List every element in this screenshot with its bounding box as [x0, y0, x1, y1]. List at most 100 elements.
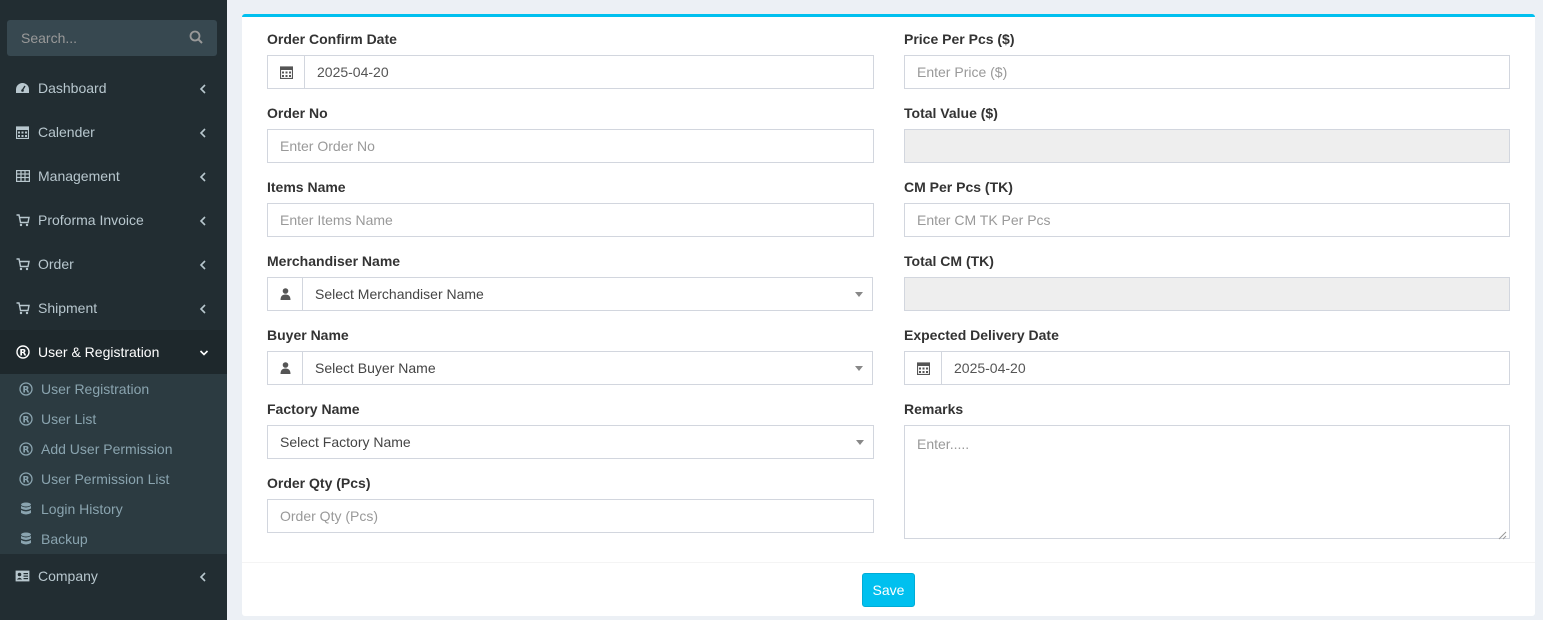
expected-delivery-date-label: Expected Delivery Date [904, 327, 1059, 343]
sidebar-item-user-registration[interactable]: R User & Registration [0, 330, 227, 374]
merchandiser-name-label: Merchandiser Name [267, 253, 401, 269]
table-icon [15, 169, 30, 184]
items-name-label: Items Name [267, 179, 346, 195]
total-value-label: Total Value ($) [904, 105, 998, 121]
submenu-item-backup[interactable]: Backup [0, 524, 227, 554]
factory-name-label: Factory Name [267, 401, 360, 417]
registered-icon: R [18, 412, 33, 427]
expected-delivery-date-input[interactable] [942, 352, 1509, 384]
sidebar-item-company[interactable]: Company [0, 554, 227, 598]
sidebar-item-shipment[interactable]: Shipment [0, 286, 227, 330]
user-icon [268, 352, 303, 384]
sidebar-menu: Dashboard Calender Management Proforma I… [0, 66, 227, 598]
merchandiser-name-group: Merchandiser Name Select Merchandiser Na… [267, 251, 873, 311]
submenu-item-user-permission-list[interactable]: R User Permission List [0, 464, 227, 494]
order-confirm-date-input[interactable] [305, 56, 873, 88]
order-no-control [267, 129, 874, 163]
total-value-group: Total Value ($) [904, 103, 1510, 163]
svg-text:R: R [22, 475, 29, 485]
sidebar-item-dashboard[interactable]: Dashboard [0, 66, 227, 110]
calendar-icon [15, 125, 30, 140]
remarks-control [904, 425, 1510, 540]
search-input[interactable] [7, 20, 182, 56]
buyer-name-group: Buyer Name Select Buyer Name [267, 325, 873, 385]
merchandiser-name-select[interactable]: Select Merchandiser Name [267, 277, 873, 311]
chevron-down-icon [199, 346, 209, 358]
total-value-input [905, 130, 1509, 162]
merchandiser-name-selected: Select Merchandiser Name [315, 286, 484, 302]
search-icon[interactable] [189, 30, 205, 46]
submenu-item-add-user-permission[interactable]: R Add User Permission [0, 434, 227, 464]
resize-handle-icon[interactable] [1498, 527, 1507, 540]
caret-down-icon [855, 366, 863, 371]
order-confirm-date-label: Order Confirm Date [267, 31, 397, 47]
order-qty-input[interactable] [268, 500, 873, 532]
price-per-pcs-input[interactable] [905, 56, 1509, 88]
submenu-item-label: User List [41, 411, 97, 427]
factory-name-group: Factory Name Select Factory Name [267, 399, 874, 459]
submenu-item-label: Backup [41, 531, 88, 547]
cart-icon [15, 301, 30, 316]
total-cm-label: Total CM (TK) [904, 253, 994, 269]
registered-icon: R [18, 472, 33, 487]
submenu-item-login-history[interactable]: Login History [0, 494, 227, 524]
submenu-item-label: Login History [41, 501, 123, 517]
calendar-icon [905, 352, 942, 384]
order-form-box: Order Confirm Date Order No Items Name M… [242, 14, 1535, 616]
save-button[interactable]: Save [862, 573, 915, 607]
order-confirm-date-group: Order Confirm Date [267, 29, 874, 89]
caret-down-icon [855, 292, 863, 297]
chevron-left-icon [199, 82, 209, 94]
price-per-pcs-group: Price Per Pcs ($) [904, 29, 1510, 89]
svg-text:R: R [22, 385, 29, 395]
items-name-group: Items Name [267, 177, 874, 237]
buyer-name-label: Buyer Name [267, 327, 349, 343]
order-qty-group: Order Qty (Pcs) [267, 473, 874, 533]
submenu-user-registration: R User Registration R User List R Add Us… [0, 374, 227, 554]
submenu-item-label: User Permission List [41, 471, 170, 487]
dashboard-icon [15, 81, 30, 96]
svg-text:R: R [22, 415, 29, 425]
factory-name-select[interactable]: Select Factory Name [267, 425, 874, 459]
submenu-item-user-registration[interactable]: R User Registration [0, 374, 227, 404]
expected-delivery-date-control [904, 351, 1510, 385]
cm-per-pcs-input[interactable] [905, 204, 1509, 236]
caret-down-icon [856, 440, 864, 445]
sidebar-item-management[interactable]: Management [0, 154, 227, 198]
submenu-item-user-list[interactable]: R User List [0, 404, 227, 434]
submenu-item-label: User Registration [41, 381, 150, 397]
sidebar-item-calender[interactable]: Calender [0, 110, 227, 154]
registered-icon: R [18, 382, 33, 397]
items-name-input[interactable] [268, 204, 873, 236]
total-value-control [904, 129, 1510, 163]
items-name-control [267, 203, 874, 237]
submenu-item-label: Add User Permission [41, 441, 173, 457]
cart-icon [15, 257, 30, 272]
sidebar-item-proforma-invoice[interactable]: Proforma Invoice [0, 198, 227, 242]
registered-icon: R [15, 345, 30, 360]
price-per-pcs-control [904, 55, 1510, 89]
remarks-group: Remarks [904, 399, 1510, 540]
form-footer: Save [242, 562, 1535, 619]
buyer-name-select[interactable]: Select Buyer Name [267, 351, 873, 385]
buyer-name-selected: Select Buyer Name [315, 360, 436, 376]
sidebar-item-order[interactable]: Order [0, 242, 227, 286]
total-cm-group: Total CM (TK) [904, 251, 1510, 311]
order-no-label: Order No [267, 105, 328, 121]
cm-per-pcs-control [904, 203, 1510, 237]
remarks-textarea[interactable] [905, 426, 1509, 538]
total-cm-input [905, 278, 1509, 310]
database-icon [18, 502, 33, 517]
order-no-group: Order No [267, 103, 874, 163]
id-card-icon [15, 569, 30, 584]
chevron-left-icon [199, 302, 209, 314]
database-icon [18, 532, 33, 547]
order-qty-label: Order Qty (Pcs) [267, 475, 371, 491]
svg-text:R: R [22, 445, 29, 455]
order-confirm-date-control [267, 55, 874, 89]
remarks-label: Remarks [904, 401, 964, 417]
cart-icon [15, 213, 30, 228]
order-no-input[interactable] [268, 130, 873, 162]
cm-per-pcs-label: CM Per Pcs (TK) [904, 179, 1013, 195]
cm-per-pcs-group: CM Per Pcs (TK) [904, 177, 1510, 237]
